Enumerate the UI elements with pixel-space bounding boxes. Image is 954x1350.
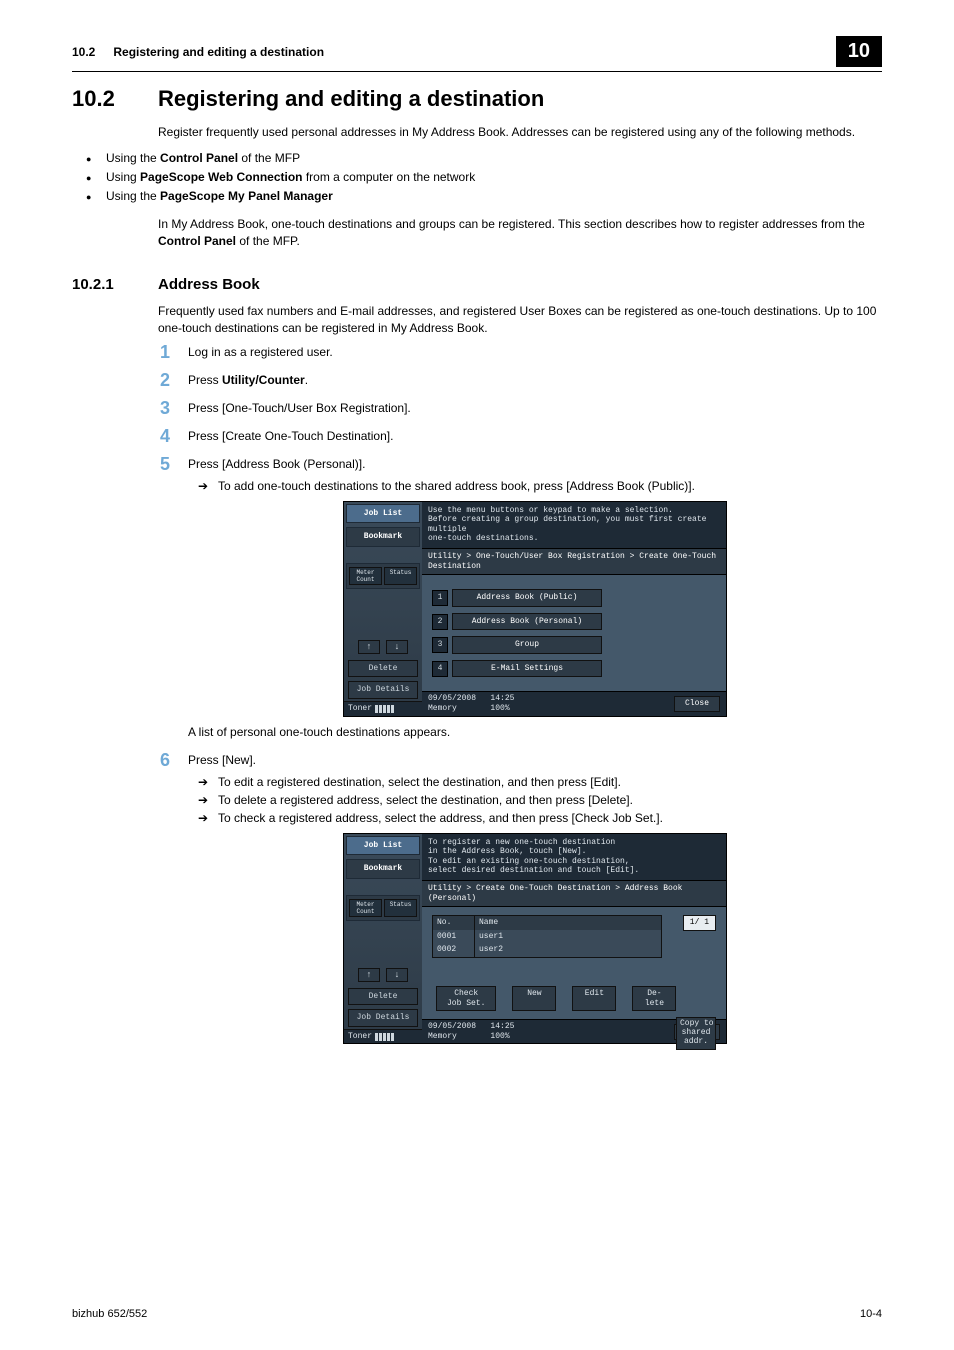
delete-button[interactable]: Delete bbox=[348, 988, 418, 1006]
step-text: Press [Address Book (Personal)]. bbox=[188, 457, 365, 471]
step-3: 3 Press [One-Touch/User Box Registration… bbox=[158, 401, 882, 415]
email-settings-button[interactable]: E-Mail Settings bbox=[452, 660, 602, 678]
destination-table: No. Name 0001 user1 0002 user2 bbox=[432, 915, 662, 958]
mfp-screenshot-1: Job List Bookmark Meter Count Status ↑ ↓… bbox=[343, 501, 727, 717]
step-5: 5 Press [Address Book (Personal)]. To ad… bbox=[158, 457, 882, 739]
mfp-main: Use the menu buttons or keypad to make a… bbox=[422, 502, 726, 716]
mfp-main: To register a new one-touch destination … bbox=[422, 834, 726, 1044]
menu-number: 1 bbox=[432, 590, 448, 606]
step-text: Press [One-Touch/User Box Registration]. bbox=[188, 401, 411, 415]
status-tabs: Meter Count Status bbox=[346, 895, 420, 921]
mfp-left-panel: Job List Bookmark Meter Count Status ↑ ↓… bbox=[344, 502, 422, 716]
substep: To edit a registered destination, select… bbox=[188, 773, 882, 791]
h3-title: Address Book bbox=[158, 276, 260, 293]
step-list: 1 Log in as a registered user. 2 Press U… bbox=[158, 345, 882, 1045]
menu-number: 4 bbox=[432, 661, 448, 677]
heading-2: 10.2 Registering and editing a destinati… bbox=[72, 86, 882, 112]
menu-number: 2 bbox=[432, 614, 448, 630]
meter-tab[interactable]: Meter Count bbox=[349, 567, 382, 585]
chapter-badge: 10 bbox=[836, 36, 882, 67]
step-number: 2 bbox=[130, 370, 170, 391]
address-book-public-button[interactable]: Address Book (Public) bbox=[452, 589, 602, 607]
new-button[interactable]: New bbox=[512, 986, 556, 1011]
substep: To check a registered address, select th… bbox=[188, 809, 882, 827]
down-arrow-button[interactable]: ↓ bbox=[386, 640, 408, 654]
list-item: Using the Control Panel of the MFP bbox=[72, 149, 882, 168]
step-number: 3 bbox=[130, 398, 170, 419]
page: 10.2 Registering and editing a destinati… bbox=[0, 0, 954, 1350]
bookmark-tab[interactable]: Bookmark bbox=[346, 859, 420, 879]
page-footer: bizhub 652/552 10-4 bbox=[72, 1308, 882, 1320]
mfp-left-panel: Job List Bookmark Meter Count Status ↑ ↓… bbox=[344, 834, 422, 1044]
job-list-tab[interactable]: Job List bbox=[346, 836, 420, 856]
h3-number: 10.2.1 bbox=[72, 276, 158, 293]
step5-caption: A list of personal one-touch destination… bbox=[188, 725, 882, 739]
status-tab[interactable]: Status bbox=[384, 899, 417, 917]
list-item: Using the PageScope My Panel Manager bbox=[72, 187, 882, 206]
step-text: Press [New]. bbox=[188, 753, 256, 767]
check-job-set-button[interactable]: Check Job Set. bbox=[436, 986, 496, 1011]
status-tabs: Meter Count Status bbox=[346, 563, 420, 589]
method-list: Using the Control Panel of the MFP Using… bbox=[72, 149, 882, 207]
substep: To add one-touch destinations to the sha… bbox=[188, 477, 882, 495]
col-name: Name bbox=[475, 916, 661, 930]
up-arrow-button[interactable]: ↑ bbox=[358, 640, 380, 654]
header-section-number: 10.2 bbox=[72, 45, 95, 59]
edit-button[interactable]: Edit bbox=[572, 986, 616, 1011]
heading-3: 10.2.1 Address Book bbox=[72, 276, 882, 293]
intro-paragraph-2: In My Address Book, one-touch destinatio… bbox=[158, 216, 882, 250]
h2-title: Registering and editing a destination bbox=[158, 86, 544, 112]
mfp-message: To register a new one-touch destination … bbox=[422, 834, 726, 881]
substep: To delete a registered address, select t… bbox=[188, 791, 882, 809]
step-number: 4 bbox=[130, 426, 170, 447]
mfp-body: 1/ 1 Copy to shared addr. No. Name 0001 … bbox=[422, 907, 726, 1019]
mfp-datetime: 09/05/2008 14:25 Memory 100% bbox=[428, 1022, 674, 1041]
toner-indicator: Toner bbox=[344, 1029, 422, 1044]
step-text: Press [Create One-Touch Destination]. bbox=[188, 429, 393, 443]
step-4: 4 Press [Create One-Touch Destination]. bbox=[158, 429, 882, 443]
menu-number: 3 bbox=[432, 637, 448, 653]
mfp-breadcrumb: Utility > Create One-Touch Destination >… bbox=[422, 881, 726, 907]
col-no: No. bbox=[433, 916, 475, 930]
address-book-personal-button[interactable]: Address Book (Personal) bbox=[452, 613, 602, 631]
job-details-button[interactable]: Job Details bbox=[348, 1009, 418, 1027]
step-2: 2 Press Utility/Counter. bbox=[158, 373, 882, 387]
delete-dest-button[interactable]: De- lete bbox=[632, 986, 676, 1011]
mfp-datetime: 09/05/2008 14:25 Memory 100% bbox=[428, 694, 674, 713]
step-text: Log in as a registered user. bbox=[188, 345, 333, 359]
down-arrow-button[interactable]: ↓ bbox=[386, 968, 408, 982]
mfp-body: 1Address Book (Public) 2Address Book (Pe… bbox=[422, 575, 726, 691]
intro-paragraph: Register frequently used personal addres… bbox=[158, 124, 882, 141]
mfp-screenshot-2: Job List Bookmark Meter Count Status ↑ ↓… bbox=[343, 833, 727, 1045]
table-row[interactable]: 0002 user2 bbox=[433, 943, 661, 957]
h3-intro: Frequently used fax numbers and E-mail a… bbox=[158, 303, 882, 337]
step-6: 6 Press [New]. To edit a registered dest… bbox=[158, 753, 882, 1045]
step-number: 5 bbox=[130, 454, 170, 475]
mfp-breadcrumb: Utility > One-Touch/User Box Registratio… bbox=[422, 549, 726, 575]
footer-left: bizhub 652/552 bbox=[72, 1308, 147, 1320]
step-1: 1 Log in as a registered user. bbox=[158, 345, 882, 359]
footer-right: 10-4 bbox=[860, 1308, 882, 1320]
group-button[interactable]: Group bbox=[452, 636, 602, 654]
step-number: 6 bbox=[130, 750, 170, 771]
mfp-message: Use the menu buttons or keypad to make a… bbox=[422, 502, 726, 549]
job-list-tab[interactable]: Job List bbox=[346, 504, 420, 524]
bookmark-tab[interactable]: Bookmark bbox=[346, 527, 420, 547]
running-header: 10.2 Registering and editing a destinati… bbox=[72, 36, 882, 72]
up-arrow-button[interactable]: ↑ bbox=[358, 968, 380, 982]
copy-to-shared-button[interactable]: Copy to shared addr. bbox=[676, 1017, 716, 1049]
delete-button[interactable]: Delete bbox=[348, 660, 418, 678]
meter-tab[interactable]: Meter Count bbox=[349, 899, 382, 917]
step-number: 1 bbox=[130, 342, 170, 363]
status-tab[interactable]: Status bbox=[384, 567, 417, 585]
toner-indicator: Toner bbox=[344, 701, 422, 716]
header-section-title: Registering and editing a destination bbox=[113, 45, 835, 59]
h2-number: 10.2 bbox=[72, 86, 158, 112]
page-indicator: 1/ 1 bbox=[683, 915, 716, 931]
list-item: Using PageScope Web Connection from a co… bbox=[72, 168, 882, 187]
table-row[interactable]: 0001 user1 bbox=[433, 930, 661, 944]
job-details-button[interactable]: Job Details bbox=[348, 681, 418, 699]
close-button[interactable]: Close bbox=[674, 696, 720, 712]
